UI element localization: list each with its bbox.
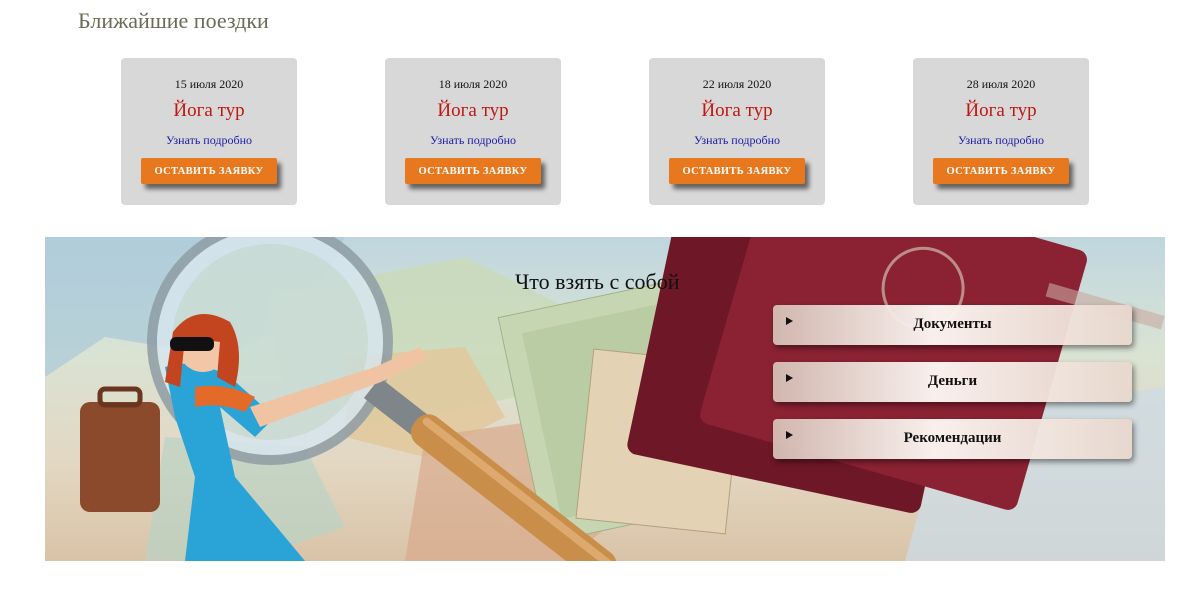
- trip-details-link[interactable]: Узнать подробно: [385, 133, 561, 148]
- trip-card: 22 июля 2020 Йога тур Узнать подробно ОС…: [649, 58, 825, 205]
- trip-card: 15 июля 2020 Йога тур Узнать подробно ОС…: [121, 58, 297, 205]
- trip-details-link[interactable]: Узнать подробно: [649, 133, 825, 148]
- trip-name: Йога тур: [173, 100, 245, 121]
- accordion-label: Рекомендации: [903, 430, 1002, 446]
- submit-request-button[interactable]: ОСТАВИТЬ ЗАЯВКУ: [669, 158, 805, 184]
- trip-date: 22 июля 2020: [702, 77, 772, 91]
- trip-name: Йога тур: [701, 100, 773, 121]
- trip-details-link[interactable]: Узнать подробно: [121, 133, 297, 148]
- trip-date: 15 июля 2020: [174, 77, 244, 91]
- packing-banner: Что взять с собой Документы Деньги Реком…: [45, 237, 1165, 561]
- trip-date: 18 июля 2020: [438, 77, 508, 91]
- accordion-item-recommendations[interactable]: Рекомендации: [773, 419, 1132, 459]
- trip-date: 28 июля 2020: [966, 77, 1036, 91]
- trip-card: 18 июля 2020 Йога тур Узнать подробно ОС…: [385, 58, 561, 205]
- submit-request-button[interactable]: ОСТАВИТЬ ЗАЯВКУ: [405, 158, 541, 184]
- accordion-label: Документы: [913, 316, 992, 332]
- trip-card: 28 июля 2020 Йога тур Узнать подробно ОС…: [913, 58, 1089, 205]
- trip-details-link[interactable]: Узнать подробно: [913, 133, 1089, 148]
- submit-request-button[interactable]: ОСТАВИТЬ ЗАЯВКУ: [933, 158, 1069, 184]
- banner-title: Что взять с собой: [515, 269, 680, 294]
- submit-request-button[interactable]: ОСТАВИТЬ ЗАЯВКУ: [141, 158, 277, 184]
- section-title-upcoming-trips: Ближайшие поездки: [78, 8, 269, 33]
- accordion-label: Деньги: [927, 373, 978, 389]
- accordion-item-money[interactable]: Деньги: [773, 362, 1132, 402]
- trip-name: Йога тур: [437, 100, 509, 121]
- upcoming-trips-list: 15 июля 2020 Йога тур Узнать подробно ОС…: [0, 58, 1203, 205]
- trip-name: Йога тур: [965, 100, 1037, 121]
- accordion-item-documents[interactable]: Документы: [773, 305, 1132, 345]
